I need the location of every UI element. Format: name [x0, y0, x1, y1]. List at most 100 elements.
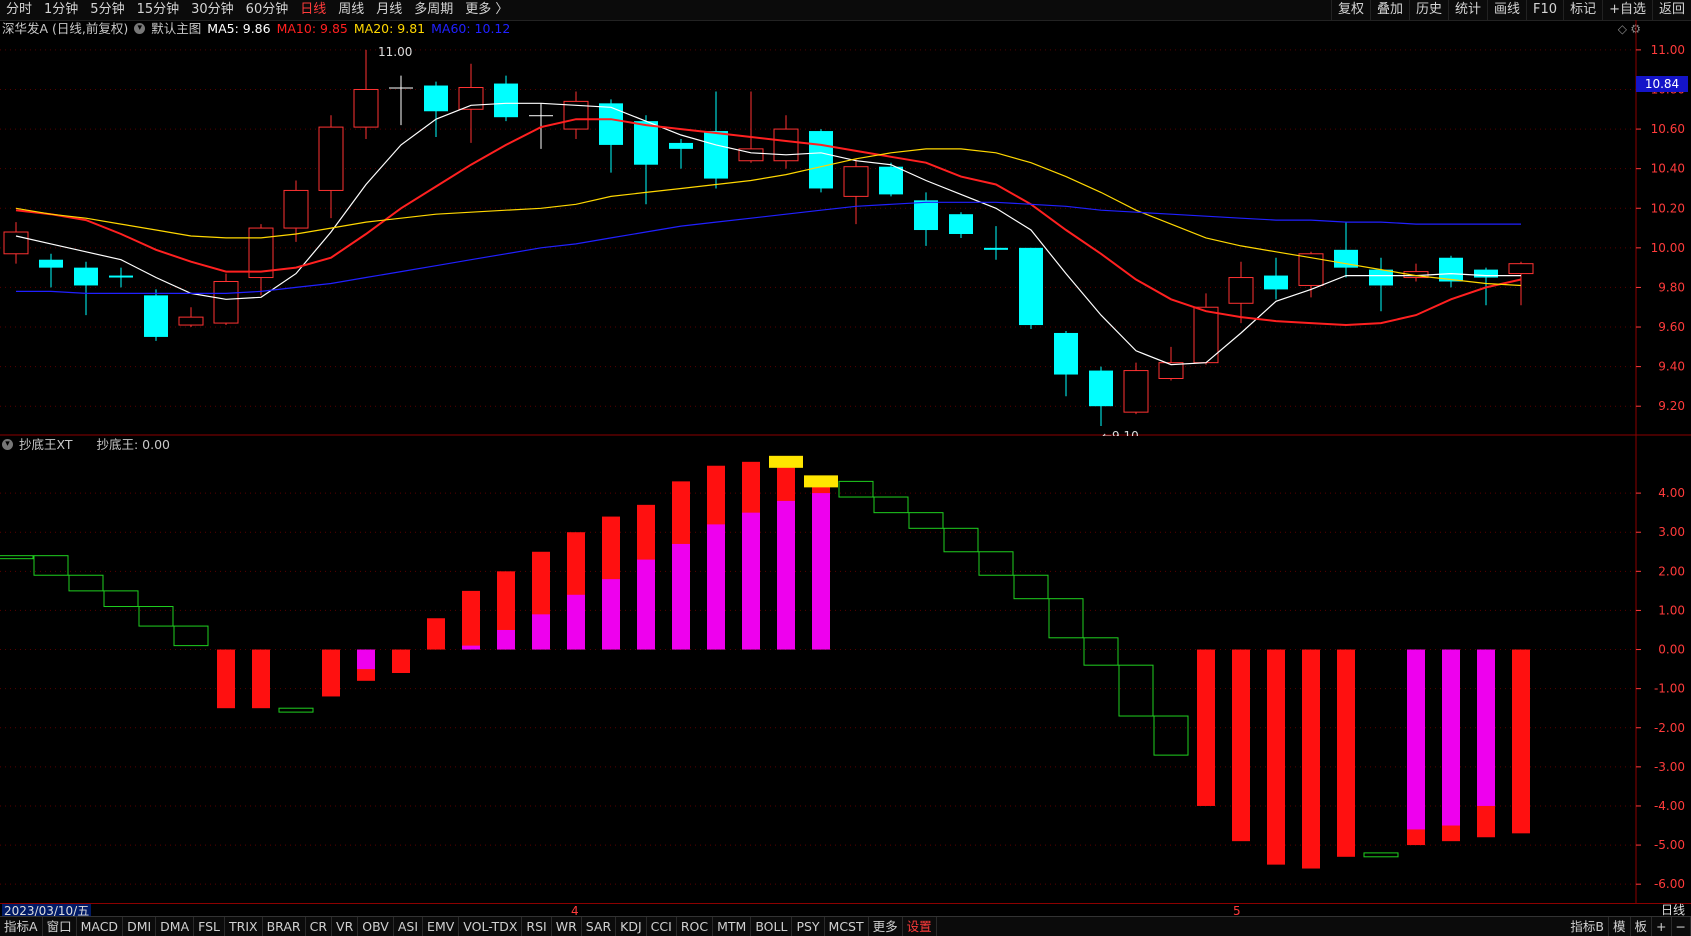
- axis-label-3: 10.40: [1651, 162, 1685, 176]
- magenta-bar-22: [777, 500, 795, 650]
- right-tab-3[interactable]: +: [1652, 917, 1672, 936]
- period-tab-10[interactable]: 更多 〉: [459, 0, 514, 20]
- axis-label-9: 9.20: [1658, 399, 1685, 413]
- indicator-tab-11[interactable]: ASI: [394, 917, 424, 936]
- candle-body-35: [1228, 277, 1254, 304]
- indicator-bar-25: [873, 496, 909, 514]
- candle-body-41: [1439, 257, 1463, 282]
- sub-axis-label-6: -2.00: [1654, 721, 1685, 735]
- period-tab-2[interactable]: 5分钟: [84, 0, 130, 20]
- axis-label-0: 11.00: [1651, 43, 1685, 57]
- tool-button-7[interactable]: +自选: [1602, 0, 1652, 20]
- indicator-tab-6[interactable]: TRIX: [225, 917, 263, 936]
- tool-button-6[interactable]: 标记: [1563, 0, 1602, 20]
- sub-axis-label-10: -6.00: [1654, 877, 1685, 891]
- magenta-bar-41: [1442, 649, 1460, 826]
- candle-body-6: [213, 280, 239, 324]
- chart-tools: 复权 叠加 历史 统计 画线 F10 标记 +自选 返回: [1330, 0, 1691, 20]
- period-tab-1[interactable]: 1分钟: [38, 0, 84, 20]
- indicator-tab-5[interactable]: FSL: [194, 917, 226, 936]
- period-tab-8[interactable]: 月线: [370, 0, 408, 20]
- indicator-tab-10[interactable]: OBV: [358, 917, 394, 936]
- right-tab-4[interactable]: −: [1672, 917, 1691, 936]
- candlestick-plot[interactable]: 11.0010.8010.6010.4010.2010.009.809.609.…: [0, 20, 1691, 436]
- indicator-bar-39: [1363, 852, 1399, 858]
- indicator-tab-3[interactable]: DMI: [123, 917, 157, 936]
- period-tab-6[interactable]: 日线: [294, 0, 332, 20]
- ma-line-MA5: [15, 102, 1521, 366]
- indicator-tab-22[interactable]: PSY: [792, 917, 825, 936]
- indicator-tab-0[interactable]: 指标A: [0, 917, 43, 936]
- sub-axis-label-7: -3.00: [1654, 760, 1685, 774]
- indicator-bar-7: [252, 649, 270, 709]
- indicator-bar-26: [908, 512, 944, 529]
- indicator-tab-19[interactable]: ROC: [677, 917, 714, 936]
- tool-button-0[interactable]: 复权: [1330, 0, 1370, 20]
- period-tab-4[interactable]: 30分钟: [185, 0, 240, 20]
- indicator-tab-9[interactable]: VR: [332, 917, 359, 936]
- indicator-bar-37: [1302, 649, 1320, 869]
- indicator-plot[interactable]: 4.00 3.00 2.00 1.00 0.00 -1.00 -2.00 -3.00 -4.00…: [0, 436, 1691, 904]
- sub-axis-label-3: 1.00: [1658, 603, 1685, 617]
- indicator-tab-15[interactable]: WR: [552, 917, 582, 936]
- tool-button-4[interactable]: 画线: [1487, 0, 1526, 20]
- magenta-bar-18: [637, 559, 655, 650]
- indicator-bar-32: [1118, 664, 1154, 717]
- period-tab-0[interactable]: 分时: [0, 0, 38, 20]
- tool-button-1[interactable]: 叠加: [1369, 0, 1409, 20]
- indicator-bar-4: [138, 606, 174, 627]
- indicator-tab-13[interactable]: VOL-TDX: [459, 917, 523, 936]
- indicator-tab-2[interactable]: MACD: [77, 917, 124, 936]
- indicator-tab-18[interactable]: CCI: [647, 917, 677, 936]
- indicator-tab-24[interactable]: 更多: [869, 917, 903, 936]
- right-tab-0[interactable]: 指标B: [1566, 917, 1609, 936]
- candle-body-31: [1089, 370, 1113, 407]
- indicator-chart[interactable]: ▾ 抄底王XT 抄底王: 0.00 4.00 3.00 2.00 1.00 0.00 -1…: [0, 436, 1691, 904]
- tool-button-2[interactable]: 历史: [1408, 0, 1448, 20]
- indicator-tab-21[interactable]: BOLL: [751, 917, 793, 936]
- candle-body-36: [1264, 275, 1288, 290]
- candle-body-23: [809, 131, 833, 189]
- candle-body-27: [949, 214, 973, 234]
- indicator-tab-20[interactable]: MTM: [713, 917, 752, 936]
- period-toolbar: 分时 1分钟 5分钟 15分钟 30分钟 60分钟 日线 周线 月线 多周期 更多 〉 复权 叠加 历史…: [0, 0, 1691, 21]
- indicator-bar-29: [1013, 574, 1049, 600]
- indicator-tab-14[interactable]: RSI: [522, 917, 552, 936]
- yellow-bar-22: [769, 455, 803, 468]
- indicator-tab-1[interactable]: 窗口: [43, 917, 77, 936]
- indicator-bar-1: [33, 555, 69, 576]
- tool-button-5[interactable]: F10: [1526, 0, 1563, 20]
- yellow-bar-23: [804, 475, 838, 488]
- tool-button-8[interactable]: 返回: [1651, 0, 1691, 20]
- indicator-tab-23[interactable]: MCST: [825, 917, 869, 936]
- candle-body-30: [1054, 332, 1078, 375]
- period-tab-9[interactable]: 多周期: [408, 0, 459, 20]
- indicator-tabs-right: 指标B 模板 + −: [1566, 917, 1691, 936]
- axis-label-2: 10.60: [1651, 122, 1685, 136]
- candle-body-19: [669, 142, 693, 149]
- indicator-tab-12[interactable]: EMV: [423, 917, 460, 936]
- candle-body-1: [39, 259, 63, 268]
- period-tabs: 分时 1分钟 5分钟 15分钟 30分钟 60分钟 日线 周线 月线 多周期 更多 〉: [0, 0, 514, 20]
- candle-body-24: [843, 166, 869, 197]
- right-tab-1[interactable]: 模: [1609, 917, 1631, 936]
- tool-button-3[interactable]: 统计: [1448, 0, 1487, 20]
- right-tab-2[interactable]: 板: [1631, 917, 1653, 936]
- candle-body-32: [1123, 370, 1149, 413]
- main-chart[interactable]: 深华发A (日线,前复权) ▾ 默认主图 MA5: 9.86 MA10: 9.85…: [0, 20, 1691, 436]
- indicator-bar-13: [462, 590, 480, 650]
- period-tab-5[interactable]: 60分钟: [240, 0, 295, 20]
- indicator-tab-25[interactable]: 设置: [903, 917, 937, 936]
- candle-body-20: [704, 131, 728, 179]
- indicator-tab-17[interactable]: KDJ: [616, 917, 647, 936]
- indicator-tab-7[interactable]: BRAR: [263, 917, 306, 936]
- period-tab-7[interactable]: 周线: [332, 0, 370, 20]
- magenta-bar-17: [602, 579, 620, 650]
- candle-body-13: [458, 87, 484, 110]
- candle-body-8: [283, 189, 309, 229]
- indicator-tab-8[interactable]: CR: [306, 917, 333, 936]
- indicator-tab-4[interactable]: DMA: [156, 917, 195, 936]
- ma-line-MA20: [15, 148, 1522, 287]
- period-tab-3[interactable]: 15分钟: [131, 0, 186, 20]
- indicator-tab-16[interactable]: SAR: [582, 917, 617, 936]
